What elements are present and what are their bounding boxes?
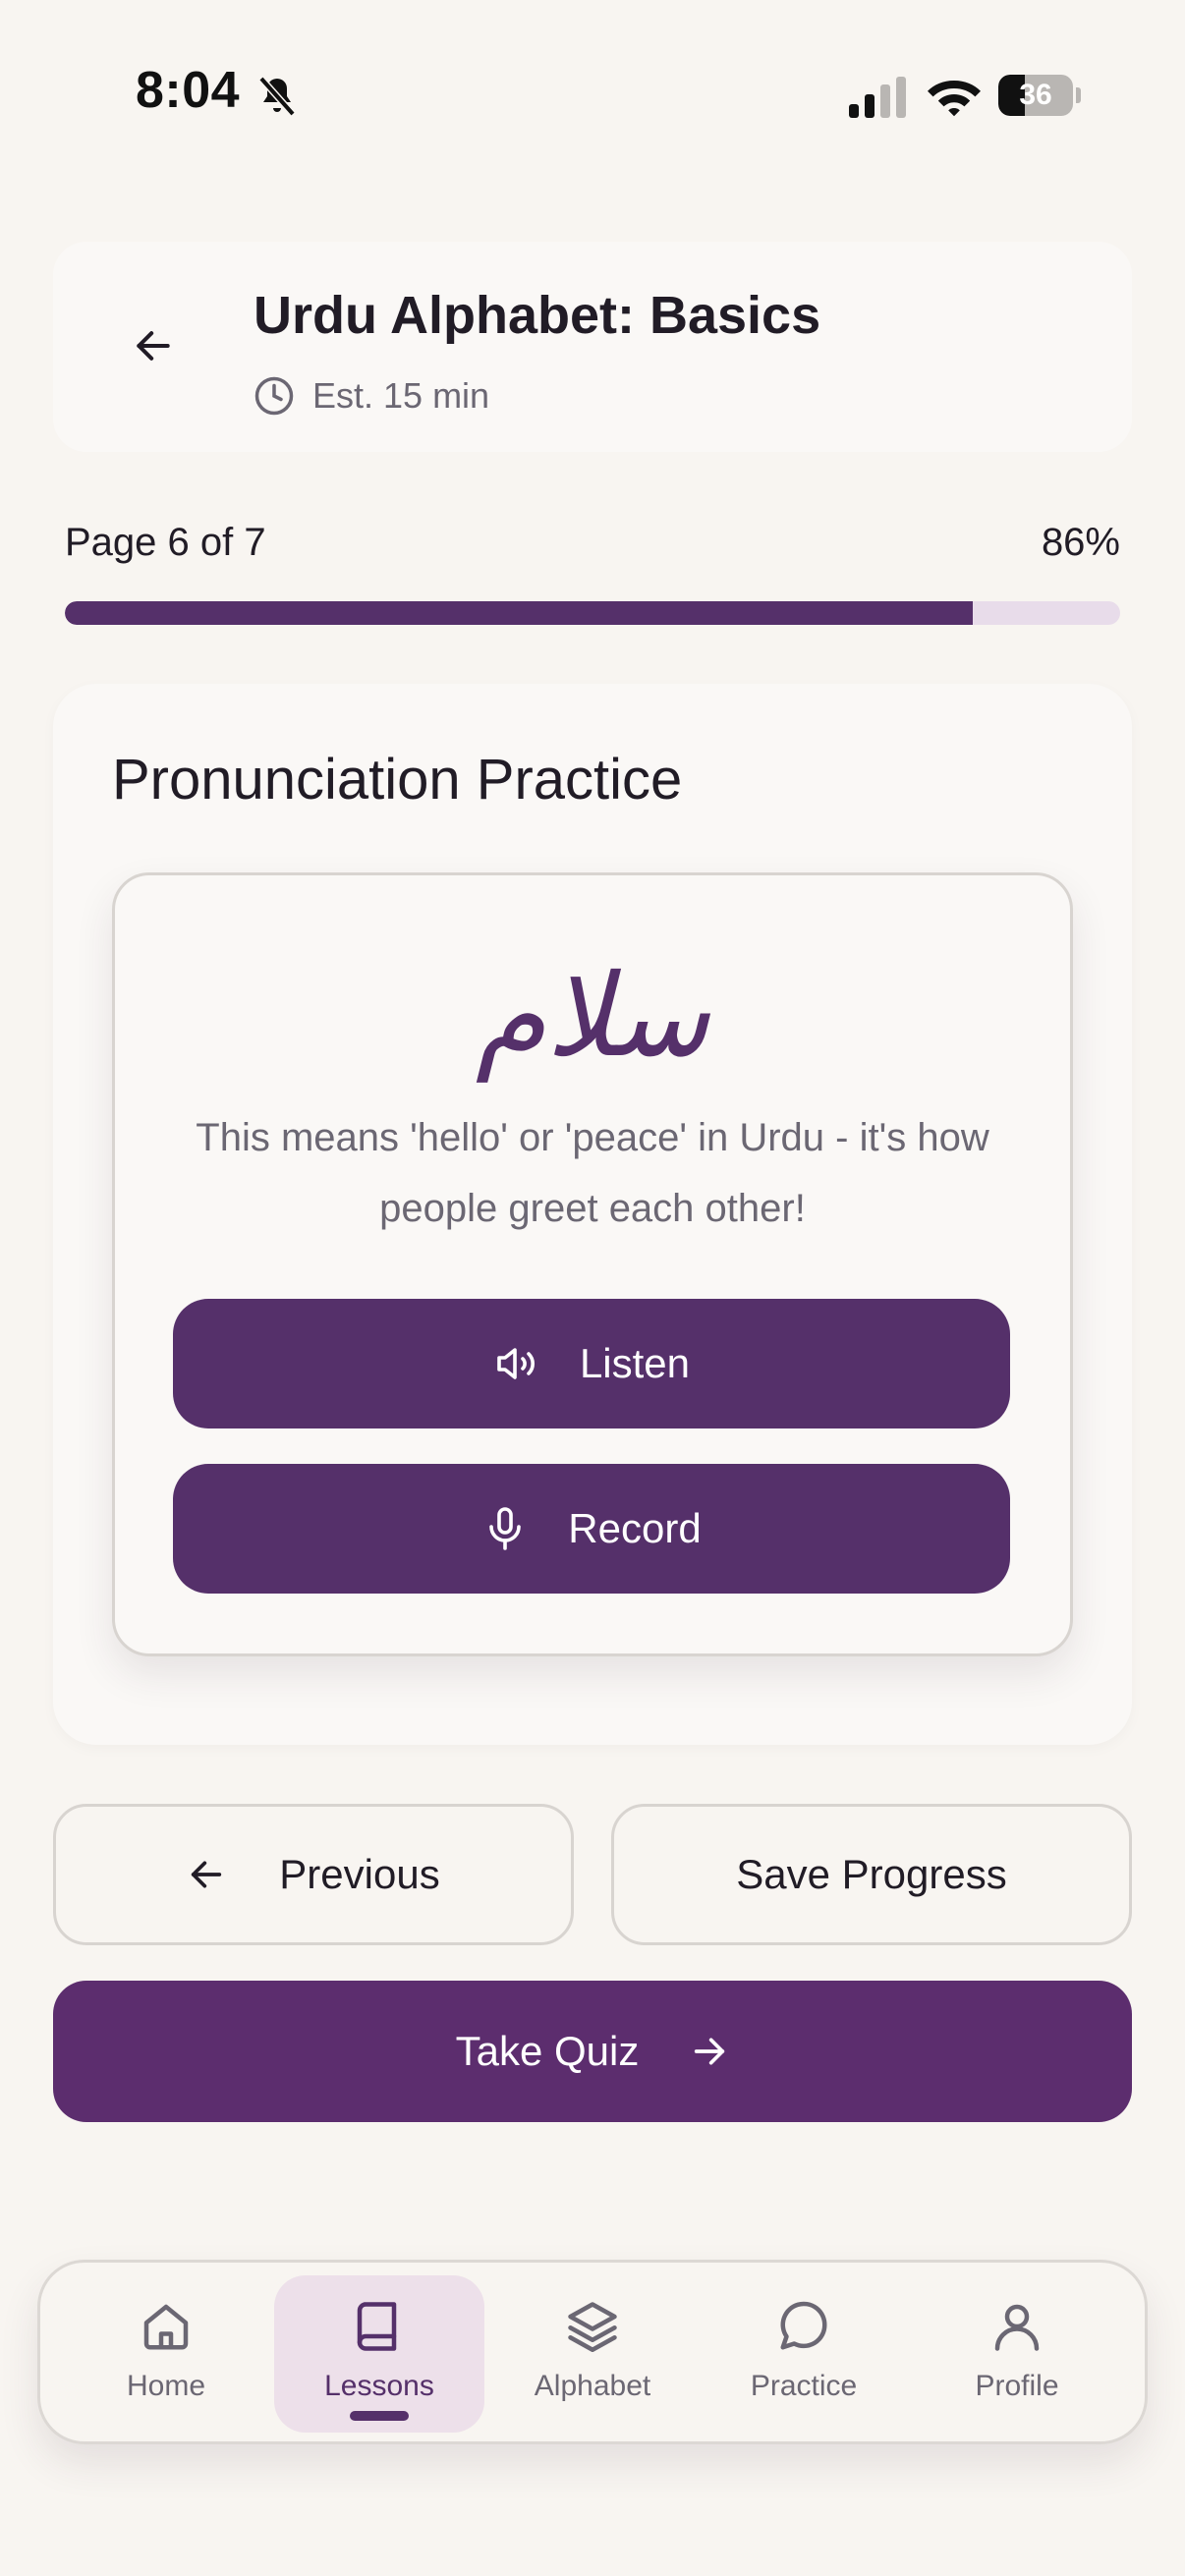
progress-percent: 86% bbox=[1041, 521, 1120, 564]
lesson-header-card bbox=[53, 242, 1132, 452]
book-icon bbox=[357, 2302, 397, 2351]
listen-button[interactable]: Listen bbox=[173, 1299, 1010, 1428]
active-tab-indicator bbox=[350, 2411, 409, 2421]
nav-label-practice: Practice bbox=[750, 2370, 858, 2402]
battery-indicator: 36 bbox=[998, 75, 1081, 116]
nav-item-lessons[interactable]: Lessons bbox=[274, 2275, 484, 2433]
nav-item-home[interactable]: Home bbox=[61, 2275, 271, 2433]
nav-label-profile: Profile bbox=[975, 2370, 1059, 2402]
page-counter: Page 6 of 7 bbox=[65, 521, 266, 564]
wifi-icon bbox=[928, 81, 981, 117]
lesson-title: Urdu Alphabet: Basics bbox=[254, 286, 821, 345]
save-progress-button[interactable]: Save Progress bbox=[611, 1804, 1132, 1945]
previous-button[interactable]: Previous bbox=[53, 1804, 574, 1945]
urdu-word: سلام bbox=[475, 950, 710, 1083]
arrow-left-icon bbox=[137, 331, 170, 361]
take-quiz-label: Take Quiz bbox=[455, 2028, 640, 2074]
section-title: Pronunciation Practice bbox=[112, 748, 683, 812]
previous-label: Previous bbox=[279, 1851, 440, 1897]
bell-off-icon bbox=[258, 76, 296, 117]
clock-icon bbox=[254, 376, 294, 416]
nav-item-practice[interactable]: Practice bbox=[699, 2275, 909, 2433]
record-label: Record bbox=[568, 1505, 702, 1551]
microphone-icon bbox=[489, 1507, 522, 1550]
take-quiz-button[interactable]: Take Quiz bbox=[53, 1981, 1132, 2122]
save-progress-label: Save Progress bbox=[736, 1851, 1007, 1897]
nav-label-home: Home bbox=[126, 2370, 206, 2402]
home-icon bbox=[143, 2304, 189, 2350]
signal-icon bbox=[849, 77, 906, 118]
progress-bar-fill bbox=[65, 601, 973, 625]
listen-label: Listen bbox=[579, 1340, 691, 1386]
layers-icon bbox=[568, 2302, 617, 2352]
nav-label-lessons: Lessons bbox=[324, 2370, 434, 2402]
battery-level: 36 bbox=[1019, 79, 1052, 111]
nav-item-alphabet[interactable]: Alphabet bbox=[487, 2275, 698, 2433]
lesson-page: 8:04 36 Urdu Alphabet: Basics Est. 15 mi… bbox=[0, 0, 1185, 2576]
arrow-left-icon bbox=[192, 1861, 222, 1888]
speaker-icon bbox=[497, 1348, 535, 1379]
record-button[interactable]: Record bbox=[173, 1464, 1010, 1594]
battery-body: 36 bbox=[998, 75, 1073, 116]
back-button[interactable] bbox=[114, 307, 193, 385]
battery-cap bbox=[1076, 87, 1081, 103]
user-icon bbox=[994, 2304, 1040, 2351]
progress-bar bbox=[65, 601, 1120, 625]
status-bar: 8:04 36 bbox=[0, 0, 1185, 196]
status-time: 8:04 bbox=[136, 62, 241, 119]
nav-item-profile[interactable]: Profile bbox=[912, 2275, 1122, 2433]
estimated-time: Est. 15 min bbox=[312, 375, 490, 416]
nav-label-alphabet: Alphabet bbox=[534, 2370, 651, 2402]
word-meaning: This means 'hello' or 'peace' in Urdu - … bbox=[196, 1116, 989, 1230]
chat-bubble-icon bbox=[780, 2301, 827, 2350]
arrow-right-icon bbox=[695, 2038, 725, 2065]
